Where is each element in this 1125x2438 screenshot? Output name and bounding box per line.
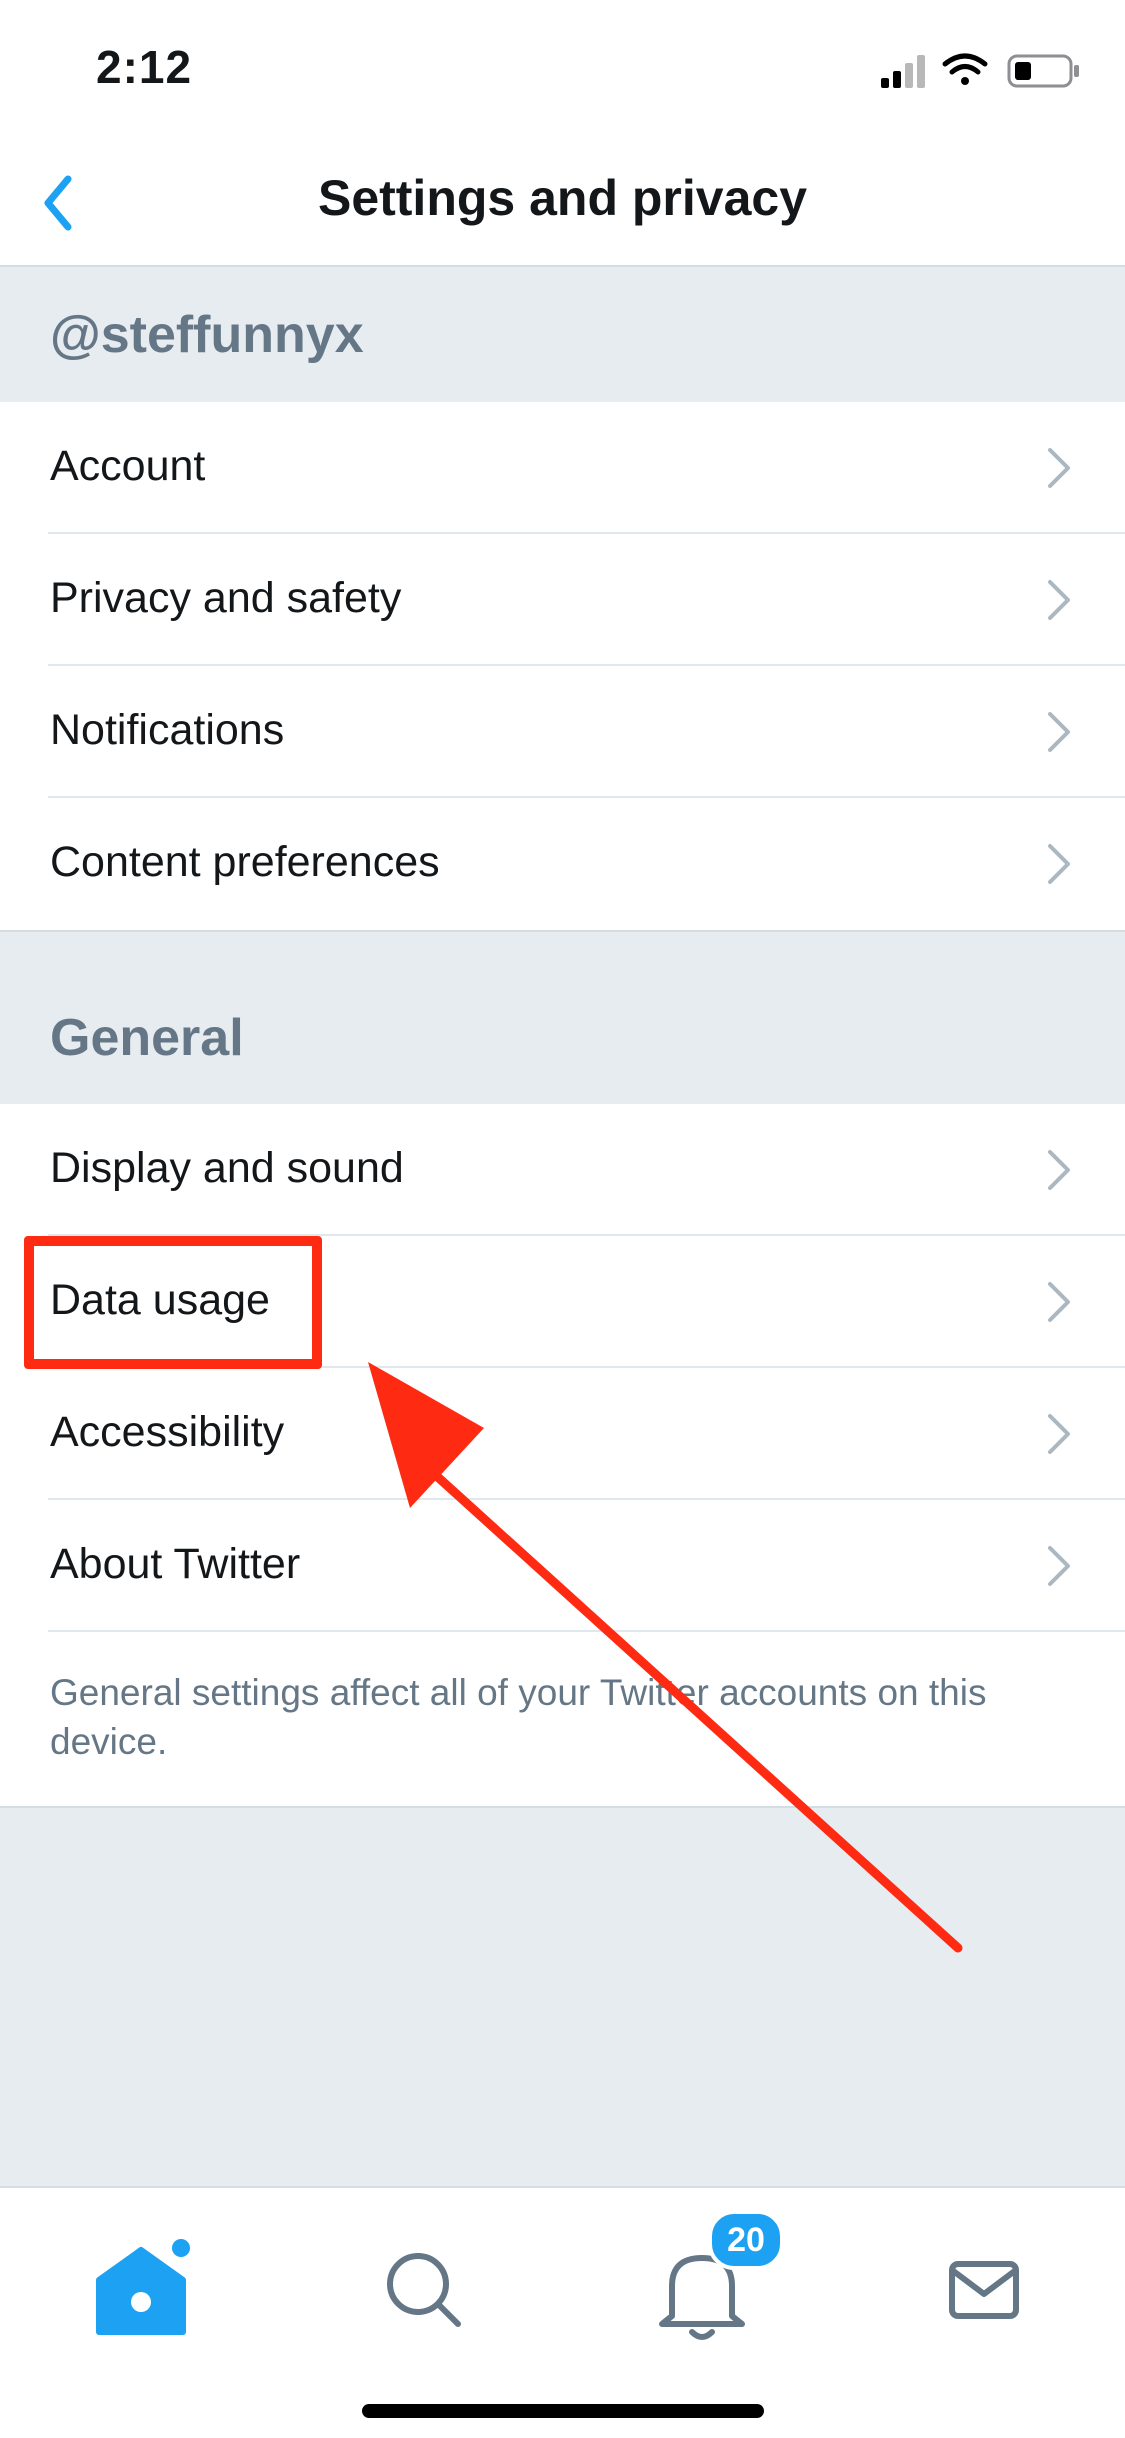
settings-row-display-and-sound[interactable]: Display and sound [0, 1104, 1125, 1236]
settings-row-label: About Twitter [50, 1540, 301, 1588]
search-icon [387, 2253, 461, 2327]
home-indicator [362, 2404, 764, 2418]
home-icon [96, 2239, 190, 2335]
section-header-label: @steffunnyx [50, 306, 364, 364]
chevron-right-icon [1048, 1546, 1070, 1586]
general-settings-footnote: General settings affect all of your Twit… [0, 1632, 1125, 1808]
chevron-right-icon [1048, 580, 1070, 620]
status-icons [881, 53, 1079, 88]
notifications-badge: 20 [708, 2210, 784, 2270]
annotation-highlight-box [24, 1236, 322, 1369]
settings-row-label: Notifications [50, 706, 285, 754]
section-header-general: General [0, 930, 1125, 1103]
settings-row-label: Accessibility [50, 1408, 285, 1456]
chevron-right-icon [1048, 844, 1070, 884]
search-tab[interactable] [362, 2228, 482, 2348]
navigation-bar: Settings and privacy [0, 135, 1125, 267]
settings-row-label: Display and sound [50, 1144, 404, 1192]
chevron-right-icon [1048, 1150, 1070, 1190]
chevron-right-icon [1048, 1282, 1070, 1322]
bell-icon [659, 2255, 745, 2340]
settings-row-account[interactable]: Account [0, 402, 1125, 534]
section-header-label: General [50, 1009, 244, 1067]
section-header-account: @steffunnyx [0, 267, 1125, 402]
settings-row-about-twitter[interactable]: About Twitter [0, 1500, 1125, 1632]
settings-row-label: Content preferences [50, 838, 440, 886]
settings-row-notifications[interactable]: Notifications [0, 666, 1125, 798]
settings-row-content-preferences[interactable]: Content preferences [0, 798, 1125, 930]
home-tab[interactable] [81, 2228, 201, 2348]
battery-icon [1007, 54, 1079, 88]
settings-row-label: Privacy and safety [50, 574, 402, 622]
chevron-right-icon [1048, 712, 1070, 752]
settings-row-privacy-and-safety[interactable]: Privacy and safety [0, 534, 1125, 666]
status-time: 2:12 [96, 41, 193, 93]
messages-tab[interactable] [924, 2228, 1044, 2348]
chevron-right-icon [1048, 448, 1070, 488]
settings-row-accessibility[interactable]: Accessibility [0, 1368, 1125, 1500]
status-bar: 2:12 [0, 0, 1125, 135]
cellular-signal-icon [881, 55, 925, 88]
account-settings-list: Account Privacy and safety Notifications… [0, 402, 1125, 930]
wifi-icon [942, 53, 988, 85]
page-title: Settings and privacy [317, 170, 808, 226]
settings-row-label: Account [50, 442, 206, 490]
envelope-icon [949, 2261, 1019, 2319]
general-settings-list: Display and sound Data usage Accessibili… [0, 1104, 1125, 1808]
chevron-right-icon [1048, 1414, 1070, 1454]
row-divider [48, 1630, 1125, 1632]
bottom-tab-bar: 20 [0, 2186, 1125, 2438]
